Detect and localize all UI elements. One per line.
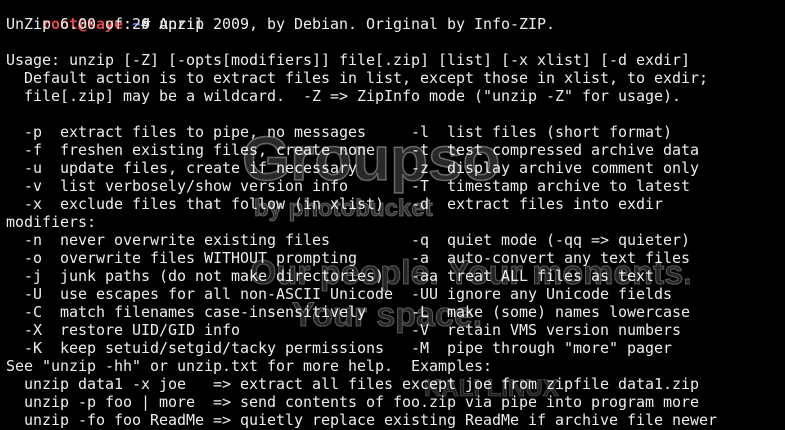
- prompt-line: root@saye:~# unzip: [6, 0, 204, 33]
- output-line: -j junk paths (do not make directories) …: [6, 267, 655, 285]
- output-line: unzip -fo foo ReadMe => quietly replace …: [6, 411, 718, 429]
- output-line: -v list verbosely/show version info -T t…: [6, 177, 691, 195]
- output-line: -U use escapes for all non-ASCII Unicode…: [6, 285, 673, 303]
- output-line: -X restore UID/GID info -V retain VMS ve…: [6, 321, 682, 339]
- output-line: -o overwrite files WITHOUT prompting -a …: [6, 249, 691, 267]
- output-line: -K keep setuid/setgid/tacky permissions …: [6, 339, 673, 357]
- output-line: UnZip 6.00 of 20 April 2009, by Debian. …: [6, 15, 556, 33]
- output-line: -n never overwrite existing files -q qui…: [6, 231, 691, 249]
- output-line: -C match filenames case-insensitively -L…: [6, 303, 691, 321]
- output-line: unzip data1 -x joe => extract all files …: [6, 375, 700, 393]
- output-line: -x exclude files that follow (in xlist) …: [6, 195, 664, 213]
- output-line: -f freshen existing files, create none -…: [6, 141, 700, 159]
- terminal-window[interactable]: root@saye:~# unzip UnZip 6.00 of 20 Apri…: [0, 0, 785, 430]
- output-line: See "unzip -hh" or unzip.txt for more he…: [6, 357, 493, 375]
- output-line: Default action is to extract files in li…: [6, 69, 709, 87]
- output-line: -p extract files to pipe, no messages -l…: [6, 123, 673, 141]
- output-line: Usage: unzip [-Z] [-opts[modifiers]] fil…: [6, 51, 691, 69]
- output-line: -u update files, create if necessary -z …: [6, 159, 700, 177]
- output-line: file[.zip] may be a wildcard. -Z => ZipI…: [6, 87, 682, 105]
- output-line: unzip -p foo | more => send contents of …: [6, 393, 700, 411]
- output-line: modifiers:: [6, 213, 97, 231]
